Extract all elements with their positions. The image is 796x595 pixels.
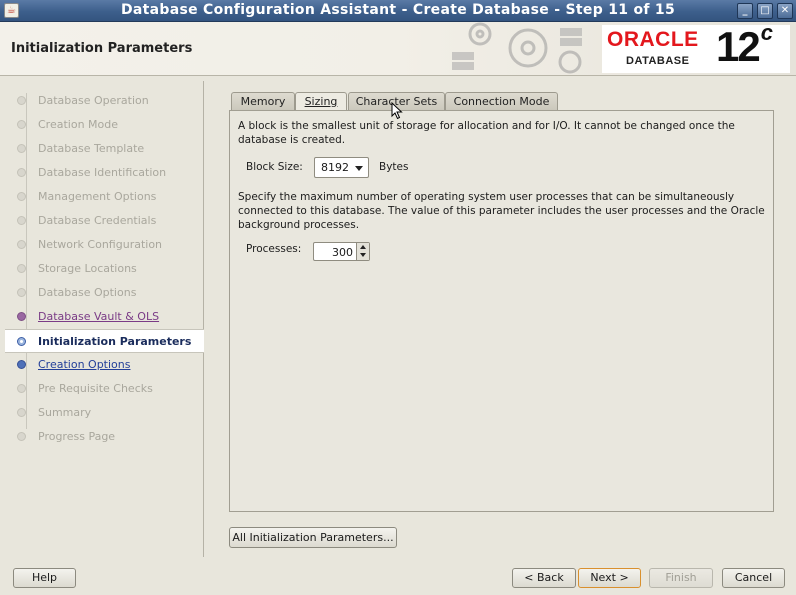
block-size-select[interactable]: 8192 xyxy=(314,157,369,178)
tab-sizing[interactable]: Sizing xyxy=(295,92,347,111)
step-dot-icon xyxy=(17,408,26,417)
oracle-brand: ORACLE xyxy=(607,28,699,51)
stepper-buttons[interactable] xyxy=(356,243,369,260)
step-item: Database Operation xyxy=(5,89,204,113)
step-dot-icon xyxy=(17,144,26,153)
step-dot-icon xyxy=(17,360,26,369)
step-dot-icon xyxy=(17,216,26,225)
sizing-panel: A block is the smallest unit of storage … xyxy=(229,110,774,512)
close-icon[interactable]: ✕ xyxy=(777,3,793,19)
step-item: Progress Page xyxy=(5,425,204,449)
back-button[interactable]: < Back xyxy=(512,568,576,588)
page-title: Initialization Parameters xyxy=(11,41,193,56)
help-button[interactable]: Help xyxy=(13,568,76,588)
step-item-database-vault[interactable]: Database Vault & OLS xyxy=(5,305,204,329)
step-item: Storage Locations xyxy=(5,257,204,281)
title-bar: ☕ Database Configuration Assistant - Cre… xyxy=(0,0,796,22)
oracle-product: DATABASE xyxy=(626,55,690,67)
chevron-down-icon[interactable] xyxy=(360,253,366,257)
header-banner: Initialization Parameters ORACLE DATABAS… xyxy=(0,20,796,76)
all-init-params-button[interactable]: All Initialization Parameters... xyxy=(229,527,397,548)
step-dot-icon xyxy=(17,432,26,441)
oracle-logo: ORACLE DATABASE 12c xyxy=(602,20,790,73)
chevron-down-icon xyxy=(355,166,363,171)
step-item: Database Options xyxy=(5,281,204,305)
step-dot-icon xyxy=(17,192,26,201)
step-dot-icon xyxy=(17,288,26,297)
step-item: Network Configuration xyxy=(5,233,204,257)
current-step-icon xyxy=(17,337,26,346)
step-item: Database Identification xyxy=(5,161,204,185)
step-item: Creation Mode xyxy=(5,113,204,137)
block-size-unit: Bytes xyxy=(379,161,409,173)
finish-button[interactable]: Finish xyxy=(649,568,713,588)
oracle-version: 12c xyxy=(716,20,773,70)
step-dot-icon xyxy=(17,312,26,321)
chevron-up-icon[interactable] xyxy=(360,245,366,249)
next-button[interactable]: Next > xyxy=(578,568,641,588)
step-item: Management Options xyxy=(5,185,204,209)
step-dot-icon xyxy=(17,264,26,273)
processes-label: Processes: xyxy=(246,243,302,255)
step-item: Database Template xyxy=(5,137,204,161)
step-item-creation-options[interactable]: Creation Options xyxy=(5,353,204,377)
steps-sidebar: Database Operation Creation Mode Databas… xyxy=(5,81,204,557)
processes-stepper[interactable]: 300 xyxy=(313,242,370,261)
gears-decoration-icon xyxy=(452,22,582,74)
block-size-label: Block Size: xyxy=(246,161,303,173)
step-dot-icon xyxy=(17,168,26,177)
step-item: Database Credentials xyxy=(5,209,204,233)
step-item-current: Initialization Parameters xyxy=(5,329,204,353)
step-item: Pre Requisite Checks xyxy=(5,377,204,401)
step-dot-icon xyxy=(17,96,26,105)
tab-memory[interactable]: Memory xyxy=(231,92,295,110)
step-dot-icon xyxy=(17,120,26,129)
minimize-icon[interactable]: _ xyxy=(737,3,753,19)
mouse-cursor-icon xyxy=(391,102,403,120)
tab-connection-mode[interactable]: Connection Mode xyxy=(445,92,558,110)
processes-description: Specify the maximum number of operating … xyxy=(238,191,765,231)
step-item: Summary xyxy=(5,401,204,425)
step-dot-icon xyxy=(17,240,26,249)
maximize-icon[interactable]: □ xyxy=(757,3,773,19)
step-dot-icon xyxy=(17,384,26,393)
block-size-description: A block is the smallest unit of storage … xyxy=(238,120,735,146)
cancel-button[interactable]: Cancel xyxy=(722,568,785,588)
window-title: Database Configuration Assistant - Creat… xyxy=(120,2,676,18)
